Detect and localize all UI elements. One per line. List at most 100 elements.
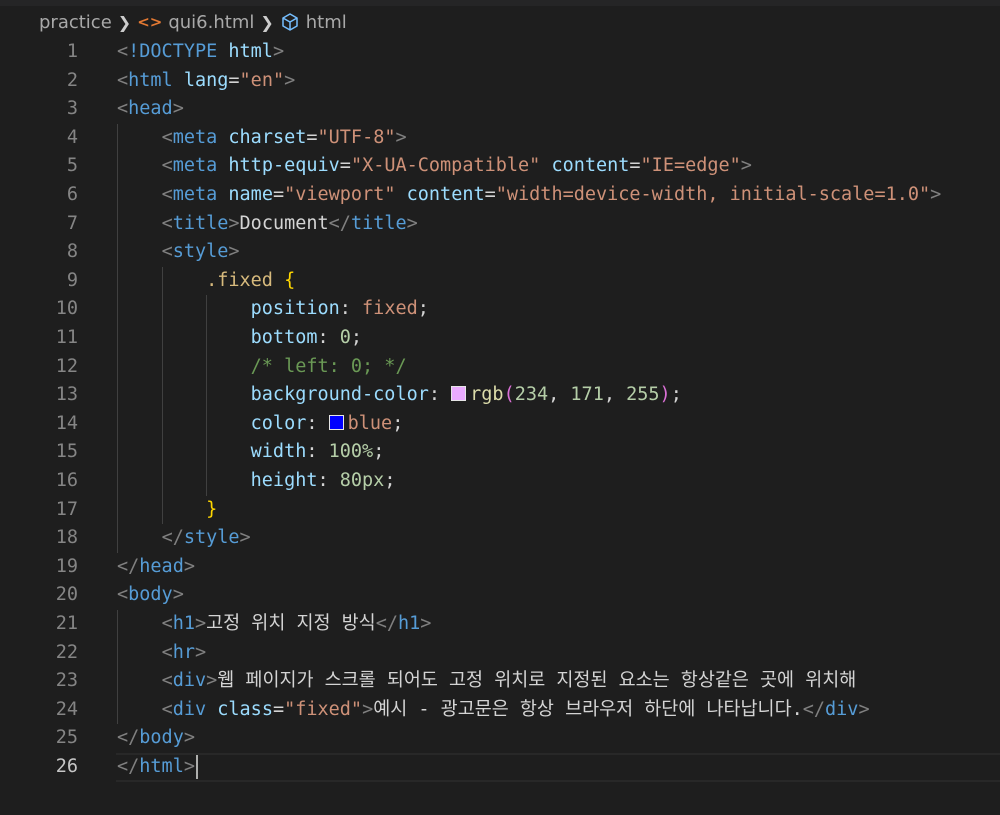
code-token: content: [406, 184, 485, 205]
code-line[interactable]: 7 <title>Document</title>: [0, 210, 1000, 239]
code-token: class: [217, 698, 273, 720]
code-text: <style>: [117, 238, 240, 267]
code-token: >: [362, 698, 374, 720]
code-line[interactable]: 13 background-color: rgb(234, 171, 255);: [0, 381, 1000, 410]
indent-guide: [161, 266, 163, 525]
code-token: html: [128, 69, 173, 91]
code-token: div: [825, 698, 859, 720]
code-line[interactable]: 21 <h1>고정 위치 지정 방식</h1>: [0, 610, 1000, 639]
code-token: >: [228, 241, 240, 263]
code-token: title: [350, 212, 407, 234]
code-line[interactable]: 26 </html>: [0, 753, 1000, 782]
line-number: 25: [55, 727, 78, 749]
code-text: </html>: [117, 753, 195, 782]
code-token: =: [484, 184, 496, 205]
code-text: </body>: [117, 724, 195, 753]
code-line[interactable]: 14 color: blue;: [0, 410, 1000, 439]
code-line[interactable]: 10 position: fixed;: [0, 295, 1000, 324]
code-line[interactable]: 6 <meta name="viewport" content="width=d…: [0, 181, 1000, 210]
breadcrumb-file[interactable]: <> qui6.html: [137, 12, 254, 33]
code-line[interactable]: 3 <head>: [0, 95, 1000, 124]
code-token: hr: [172, 641, 195, 663]
code-token: /* left: 0; */: [250, 355, 407, 377]
code-text: <body>: [117, 581, 184, 610]
code-token: http-equiv: [228, 155, 340, 177]
code-line[interactable]: 4 <meta charset="UTF-8">: [0, 124, 1000, 153]
code-token: :: [317, 470, 340, 491]
code-line[interactable]: 24 <div class="fixed">예시 - 광고문은 항상 브라우저 …: [0, 696, 1000, 725]
code-editor[interactable]: 1 <!DOCTYPE html> 2 <html lang="en"> 3 <head>…: [0, 38, 1000, 815]
code-line[interactable]: 17 }: [0, 496, 1000, 525]
color-swatch-icon[interactable]: [451, 386, 467, 402]
code-token: 171: [570, 384, 604, 406]
code-token: <: [117, 41, 129, 62]
code-token: charset: [228, 126, 307, 148]
code-line[interactable]: 2 <html lang="en">: [0, 67, 1000, 96]
line-number: 26: [55, 756, 78, 777]
line-number: 5: [66, 155, 78, 177]
code-token: !DOCTYPE: [128, 41, 218, 62]
code-token: =: [272, 698, 285, 720]
code-token: position: [250, 298, 340, 320]
code-line[interactable]: 18 </style>: [0, 524, 1000, 553]
breadcrumb-file-label: qui6.html: [168, 11, 255, 33]
breadcrumb-folder-label: practice: [39, 11, 112, 33]
code-line[interactable]: 12 /* left: 0; */: [0, 353, 1000, 382]
code-token: head: [128, 98, 173, 120]
code-line[interactable]: 25 </body>: [0, 724, 1000, 753]
line-number: 19: [55, 555, 78, 577]
code-token: 고정 위치 지정 방식: [206, 613, 376, 634]
code-token: <: [161, 212, 173, 234]
code-line[interactable]: 16 height: 80px;: [0, 467, 1000, 496]
code-token: {: [284, 269, 296, 291]
code-token: </: [117, 555, 140, 577]
code-token: </: [161, 527, 184, 549]
code-line[interactable]: 23 <div>웹 페이지가 스크롤 되어도 고정 위치로 지정된 요소는 항상…: [0, 667, 1000, 696]
code-token: >: [420, 613, 432, 634]
code-text: <head>: [117, 95, 184, 124]
text-cursor: [196, 755, 198, 779]
code-line[interactable]: 5 <meta http-equiv="X-UA-Compatible" con…: [0, 152, 1000, 181]
code-token: width: [250, 441, 307, 463]
code-line[interactable]: 15 width: 100%;: [0, 438, 1000, 467]
code-token: 0: [339, 327, 351, 348]
line-number: 1: [66, 41, 78, 62]
line-number: 12: [55, 355, 78, 377]
line-number: 8: [66, 241, 78, 263]
code-token: "fixed": [284, 698, 363, 720]
chevron-right-icon: ❯: [117, 12, 132, 32]
code-line[interactable]: 19 </head>: [0, 553, 1000, 582]
code-text: height: 80px;: [117, 467, 396, 496]
breadcrumb-folder[interactable]: practice: [39, 12, 112, 33]
code-token: "viewport": [284, 184, 396, 205]
code-line[interactable]: 8 <style>: [0, 238, 1000, 267]
code-token: <: [161, 641, 173, 663]
code-token: body: [139, 727, 184, 749]
indent-guide: [117, 610, 118, 725]
color-swatch-icon[interactable]: [328, 414, 344, 430]
breadcrumb-symbol[interactable]: html: [280, 12, 347, 33]
code-line[interactable]: 9 .fixed {: [0, 267, 1000, 296]
code-line[interactable]: 22 <hr>: [0, 639, 1000, 668]
code-line[interactable]: 20 <body>: [0, 581, 1000, 610]
code-line[interactable]: 11 bottom: 0;: [0, 324, 1000, 353]
code-token: html: [228, 41, 273, 62]
code-token: :: [317, 327, 340, 348]
code-token: content: [551, 155, 630, 177]
code-line[interactable]: 1 <!DOCTYPE html>: [0, 38, 1000, 67]
code-token: div: [172, 698, 207, 720]
code-token: <: [161, 155, 173, 177]
code-token: <: [161, 613, 173, 634]
code-token: fixed: [362, 298, 418, 320]
